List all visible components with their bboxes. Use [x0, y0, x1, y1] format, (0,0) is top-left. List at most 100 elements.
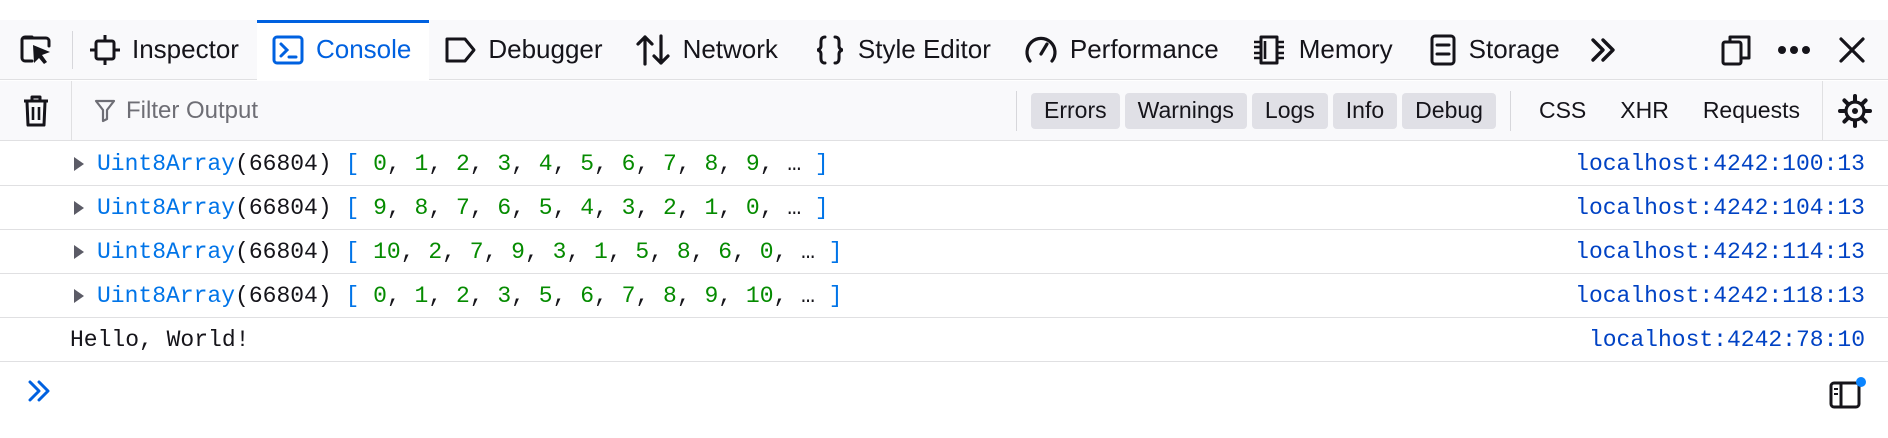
storage-icon — [1429, 34, 1457, 66]
close-devtools-button[interactable] — [1822, 20, 1882, 80]
array-length: (66804) — [235, 194, 332, 221]
tab-memory[interactable]: Memory — [1237, 20, 1411, 80]
separator: , — [635, 282, 664, 309]
editor-mode-toggle-icon[interactable] — [1828, 375, 1868, 411]
tab-label: Debugger — [488, 34, 603, 64]
array-item-value: 5 — [538, 282, 553, 309]
tab-label: Performance — [1069, 34, 1219, 64]
separator: , — [566, 238, 594, 265]
array-item-value: 2 — [663, 194, 677, 221]
spacer-text — [359, 239, 373, 265]
filter-errors-button[interactable]: Errors — [1031, 92, 1120, 129]
spacer-text — [332, 283, 346, 309]
console-message-array: Uint8Array(66804) [ 0, 1, 2, 3, 4, 5, 6,… — [0, 142, 1888, 186]
array-item-value: 9 — [704, 282, 719, 309]
separator: , — [511, 194, 539, 221]
filter-css-button[interactable]: CSS — [1523, 97, 1604, 124]
console-output: Uint8Array(66804) [ 0, 1, 2, 3, 4, 5, 6,… — [0, 142, 1888, 362]
element-picker-button[interactable] — [0, 20, 72, 80]
console-message-array: Uint8Array(66804) [ 9, 8, 7, 6, 5, 4, 3,… — [0, 186, 1888, 230]
tab-label: Console — [315, 34, 412, 64]
tab-debugger[interactable]: Debugger — [429, 20, 620, 80]
filter-info-button[interactable]: Info — [1332, 92, 1398, 129]
array-item-value: 5 — [538, 194, 553, 221]
separator: , — [773, 238, 802, 265]
filter-debug-button[interactable]: Debug — [1402, 92, 1496, 129]
message-location-link[interactable]: localhost:4242:104:13 — [1575, 195, 1865, 221]
array-preview[interactable]: Uint8Array(66804) [ 0, 1, 2, 3, 4, 5, 6,… — [97, 151, 829, 177]
memory-icon — [1251, 34, 1287, 66]
more-icon — [1778, 45, 1810, 54]
expand-arrow-icon[interactable] — [74, 201, 84, 215]
console-icon — [272, 34, 304, 66]
dock-toggle-button[interactable] — [1706, 20, 1766, 80]
array-item-value: 1 — [704, 194, 719, 221]
message-location-link[interactable]: localhost:4242:114:13 — [1575, 239, 1865, 265]
message-location-link[interactable]: localhost:4242:118:13 — [1575, 283, 1865, 309]
tab-console[interactable]: Console — [256, 19, 430, 80]
array-item-value: 4 — [580, 194, 595, 221]
console-settings-button[interactable] — [1821, 80, 1888, 141]
separator: , — [428, 150, 456, 177]
separator: , — [428, 282, 456, 309]
message-location-link[interactable]: localhost:4242:78:10 — [1589, 327, 1865, 353]
expand-arrow-icon[interactable] — [74, 157, 84, 171]
array-item-value: 8 — [704, 150, 719, 177]
request-type-filters: CSS XHR Requests — [1511, 97, 1818, 124]
filter-xhr-button[interactable]: XHR — [1604, 97, 1687, 124]
separator: , — [635, 194, 664, 221]
filter-requests-button[interactable]: Requests — [1687, 97, 1818, 124]
devtools-tab-bar: Inspector Console Debugger Network Style… — [0, 19, 1888, 80]
tab-network[interactable]: Network — [621, 20, 796, 80]
array-item-value: 2 — [455, 150, 470, 177]
console-message-log: Hello, World! localhost:4242:78:10 — [0, 318, 1888, 362]
separator: , — [524, 238, 553, 265]
array-item-value: 10 — [373, 238, 401, 265]
expand-arrow-icon[interactable] — [74, 245, 84, 259]
array-item-value: 2 — [455, 282, 470, 309]
tab-label: Network — [682, 34, 778, 64]
separator: , — [400, 238, 429, 265]
debugger-icon — [444, 35, 476, 65]
log-level-filters: Errors Warnings Logs Info Debug — [1017, 92, 1510, 129]
filter-logs-button[interactable]: Logs — [1251, 92, 1328, 129]
open-bracket: [ — [345, 150, 360, 177]
array-length: (66804) — [235, 150, 332, 177]
expand-arrow-icon[interactable] — [74, 289, 84, 303]
array-preview[interactable]: Uint8Array(66804) [ 9, 8, 7, 6, 5, 4, 3,… — [97, 195, 829, 221]
array-item-value: 9 — [745, 150, 760, 177]
filter-warnings-button[interactable]: Warnings — [1124, 92, 1247, 129]
overflow-menu-button[interactable] — [1766, 20, 1822, 80]
close-bracket: ] — [828, 238, 843, 265]
inspector-icon — [90, 34, 120, 65]
more-tabs-button[interactable] — [1578, 20, 1628, 80]
message-location-link[interactable]: localhost:4242:100:13 — [1575, 151, 1865, 177]
array-item-value: 9 — [373, 194, 387, 221]
array-item-value: 6 — [580, 282, 595, 309]
gear-icon — [1838, 93, 1873, 128]
array-item-value: 7 — [455, 194, 470, 221]
tab-style-editor[interactable]: Style Editor — [796, 20, 1009, 80]
tab-label: Style Editor — [857, 34, 991, 64]
array-item-value: 6 — [718, 238, 733, 265]
array-item-value: 5 — [580, 150, 595, 177]
object-type-name: Uint8Array — [97, 282, 236, 309]
tab-performance[interactable]: Performance — [1009, 20, 1237, 80]
array-preview[interactable]: Uint8Array(66804) [ 0, 1, 2, 3, 5, 6, 7,… — [97, 283, 843, 309]
array-item-value: 0 — [759, 238, 774, 265]
console-input[interactable] — [0, 365, 1888, 438]
array-item-value: 9 — [511, 238, 525, 265]
tab-inspector[interactable]: Inspector — [73, 20, 257, 80]
spacer-text — [332, 195, 346, 221]
tab-label: Inspector — [132, 34, 239, 64]
close-bracket: ] — [814, 150, 829, 177]
object-type-name: Uint8Array — [97, 238, 236, 265]
array-item-value: 7 — [621, 282, 636, 309]
tab-label: Storage — [1468, 34, 1560, 64]
tab-storage[interactable]: Storage — [1411, 20, 1578, 80]
separator: , — [511, 150, 539, 177]
array-preview[interactable]: Uint8Array(66804) [ 10, 2, 7, 9, 3, 1, 5… — [97, 239, 843, 265]
clear-console-button[interactable] — [0, 80, 72, 141]
array-item-value: 6 — [497, 194, 512, 221]
filter-output-input[interactable] — [126, 96, 926, 125]
